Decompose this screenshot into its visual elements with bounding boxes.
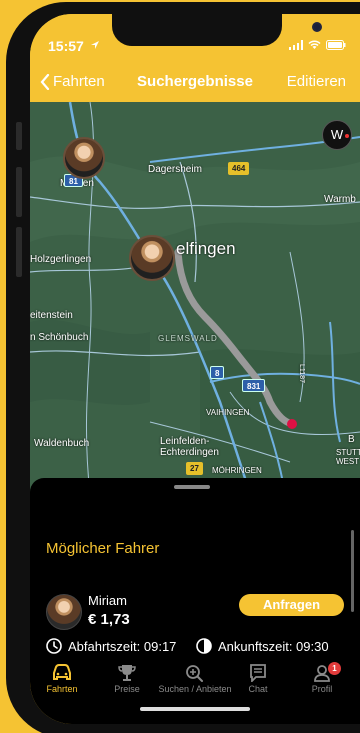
map-label-waldenbuch: Waldenbuch	[34, 438, 90, 449]
map-label-moehringen: MÖHRINGEN	[212, 466, 262, 475]
driver-price: € 1,73	[88, 611, 130, 628]
volume-down-button	[16, 227, 22, 277]
map-label-boeblingen: elfingen	[176, 239, 236, 258]
map-label-leinfelden: Leinfelden- Echterdingen	[160, 436, 219, 458]
tab-bar: Fahrten Preise Suchen / Anbieten Chat 1 …	[30, 660, 360, 710]
notch	[112, 14, 322, 46]
signal-icon	[289, 40, 303, 50]
sheet-scrollbar[interactable]	[351, 530, 354, 612]
nav-header: 15:57 Fahrten Suchergebnisse Editieren	[30, 14, 360, 102]
volume-up-button	[16, 167, 22, 217]
map-label-schoenbuch: n Schönbuch	[30, 332, 89, 343]
back-button[interactable]: Fahrten	[40, 73, 105, 90]
phone-screen: 15:57 Fahrten Suchergebnisse Editieren D…	[30, 14, 360, 724]
road-shield-464: 464	[228, 162, 250, 175]
chat-icon	[250, 664, 266, 682]
map-label-glemswald: GLEMSWALD	[158, 334, 218, 343]
background: 15:57 Fahrten Suchergebnisse Editieren D…	[0, 0, 360, 733]
map-label-weil: eitenstein	[30, 310, 73, 321]
request-button[interactable]: Anfragen	[239, 594, 344, 616]
route-end-marker	[287, 419, 297, 429]
compass-needle-icon	[345, 134, 349, 138]
map-label-l1187: L1187	[297, 364, 305, 383]
map-label-b: B	[348, 434, 355, 445]
passenger-map-avatar[interactable]	[129, 235, 175, 281]
arrival-time-group: Ankunftszeit: 09:30	[196, 638, 329, 654]
edit-button[interactable]: Editieren	[287, 73, 346, 90]
trophy-icon	[118, 665, 136, 681]
sheet-grabber[interactable]	[174, 485, 210, 489]
tab-profil[interactable]: 1 Profil	[282, 662, 360, 694]
mute-switch	[16, 122, 22, 150]
driver-map-avatar[interactable]	[63, 137, 105, 179]
road-shield-27: 27	[186, 462, 203, 475]
home-indicator[interactable]	[140, 707, 250, 711]
map-label-stuttgart: STUTTGA WEST	[336, 448, 360, 466]
system-icons	[289, 40, 346, 50]
camera	[312, 22, 322, 32]
driver-bottom-sheet: Möglicher Fahrer Miriam € 1,73 Anfragen …	[30, 478, 360, 724]
compass-label: W	[330, 127, 344, 142]
map-label-warmbronn: Warmb	[324, 194, 356, 205]
map-label-vaihingen: VAIHINGEN	[206, 408, 250, 417]
profile-notification-badge: 1	[328, 662, 341, 675]
car-icon	[53, 664, 71, 680]
map-label-holzgerlingen: Holzgerlingen	[30, 254, 92, 265]
chevron-left-icon	[40, 73, 50, 90]
compass-button[interactable]: W	[322, 120, 352, 150]
arrival-time-icon	[196, 638, 212, 654]
clock-icon	[46, 638, 62, 654]
road-shield-8: 8	[210, 366, 225, 379]
arrival-time: Ankunftszeit: 09:30	[218, 638, 329, 654]
location-arrow-icon	[91, 41, 99, 49]
sheet-title: Möglicher Fahrer	[46, 540, 160, 557]
status-time: 15:57	[48, 38, 84, 54]
search-plus-icon	[186, 665, 203, 682]
departure-time: Abfahrtszeit: 09:17	[68, 638, 177, 654]
back-label: Fahrten	[53, 73, 105, 90]
battery-icon	[326, 40, 346, 50]
wifi-icon	[308, 40, 321, 49]
map-view[interactable]: Dagersheim Mauren Warmb Holzgerlingen el…	[30, 102, 360, 494]
driver-name: Miriam	[88, 593, 127, 608]
departure-time-group: Abfahrtszeit: 09:17	[46, 638, 176, 654]
ride-times: Abfahrtszeit: 09:17 Ankunftszeit: 09:30	[46, 638, 356, 658]
tab-label-profil: Profil	[311, 684, 333, 694]
road-shield-831: 831	[242, 379, 266, 392]
map-label-dagersheim: Dagersheim	[148, 164, 202, 175]
driver-avatar[interactable]	[46, 594, 82, 630]
